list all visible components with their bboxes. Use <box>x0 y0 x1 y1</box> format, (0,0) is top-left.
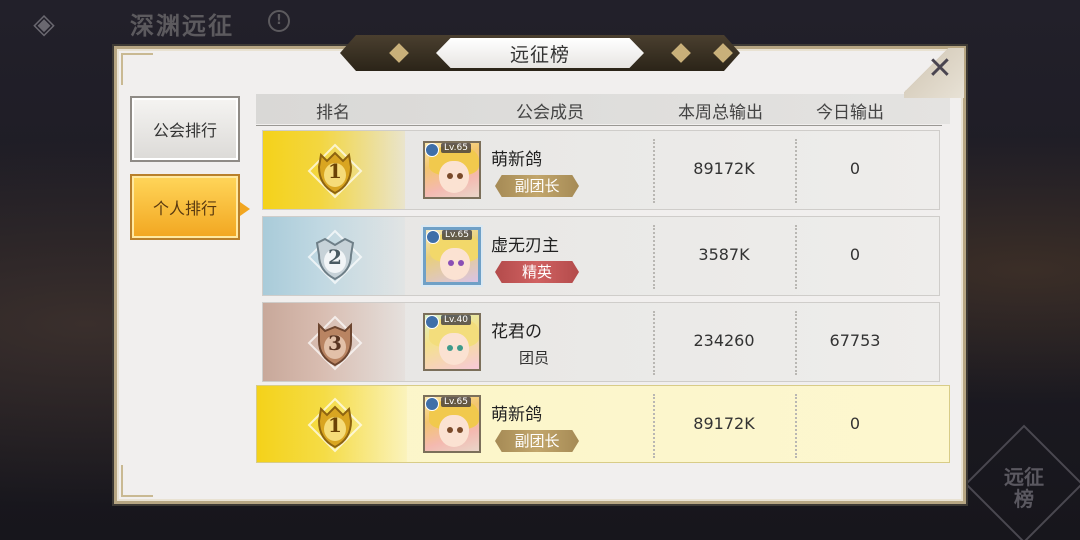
avatar[interactable]: Lv.40 <box>423 313 481 371</box>
table-header: 排名 公会成员 本周总输出 今日输出 <box>256 94 950 124</box>
member-name: 花君の <box>491 322 542 342</box>
rank-number: 1 <box>328 413 342 437</box>
rank-number: 2 <box>328 245 342 269</box>
today-output: 0 <box>849 159 861 178</box>
header-divider <box>256 125 942 126</box>
back-diamond-icon[interactable]: ◈ <box>22 6 66 42</box>
expedition-rank-corner-button[interactable]: 远征榜 <box>998 466 1050 510</box>
table-row[interactable]: 2 Lv.65 虚无刃主 精英 3587K 0 <box>262 216 940 296</box>
member-class-icon <box>425 315 439 329</box>
avatar[interactable]: Lv.65 <box>423 395 481 453</box>
info-icon[interactable]: ! <box>268 10 290 32</box>
level-tag: Lv.65 <box>441 143 471 153</box>
close-icon[interactable]: ✕ <box>916 50 964 90</box>
table-row[interactable]: 1 Lv.65 萌新鸽 副团长 89172K 0 <box>262 130 940 210</box>
gold-medal-icon: 1 <box>307 397 363 453</box>
weekly-output: 89172K <box>693 159 755 178</box>
header-rank: 排名 <box>316 103 350 123</box>
member-name: 萌新鸽 <box>491 150 542 170</box>
tab-label: 公会排行 <box>152 121 217 140</box>
member-class-icon <box>426 230 440 244</box>
self-ranking-row[interactable]: 1 Lv.65 萌新鸽 副团长 89172K 0 <box>256 385 950 463</box>
bronze-medal-icon: 3 <box>307 315 363 371</box>
weekly-output: 234260 <box>693 331 755 350</box>
member-name: 虚无刃主 <box>491 236 559 256</box>
silver-medal-icon: 2 <box>307 229 363 285</box>
tab-personal-ranking[interactable]: 个人排行 <box>130 174 250 240</box>
role-badge: 副团长 <box>495 430 579 452</box>
role-label: 团员 <box>519 349 550 367</box>
tab-label: 个人排行 <box>152 199 217 218</box>
header-member: 公会成员 <box>516 103 584 123</box>
rank-number: 1 <box>328 159 342 183</box>
role-badge: 副团长 <box>495 175 579 197</box>
member-class-icon <box>425 397 439 411</box>
role-badge: 精英 <box>495 261 579 283</box>
level-tag: Lv.65 <box>441 397 471 407</box>
table-row[interactable]: 3 Lv.40 花君の 团员 234260 67753 <box>262 302 940 382</box>
tab-guild-ranking[interactable]: 公会排行 <box>130 96 240 162</box>
avatar[interactable]: Lv.65 <box>423 141 481 199</box>
weekly-output: 3587K <box>698 245 750 264</box>
member-name: 萌新鸽 <box>491 405 542 425</box>
header-today: 今日输出 <box>816 103 884 123</box>
header-weekly: 本周总输出 <box>678 103 763 123</box>
gold-medal-icon: 1 <box>307 143 363 199</box>
level-tag: Lv.40 <box>441 315 471 325</box>
today-output: 0 <box>849 414 861 433</box>
screen-title: 深渊远征 <box>130 11 234 40</box>
level-tag: Lv.65 <box>442 230 472 240</box>
today-output: 67753 <box>829 331 881 350</box>
rank-number: 3 <box>328 331 342 355</box>
member-class-icon <box>425 143 439 157</box>
dialog-title: 远征榜 <box>436 38 644 68</box>
today-output: 0 <box>849 245 861 264</box>
weekly-output: 89172K <box>693 414 755 433</box>
avatar[interactable]: Lv.65 <box>423 227 481 285</box>
